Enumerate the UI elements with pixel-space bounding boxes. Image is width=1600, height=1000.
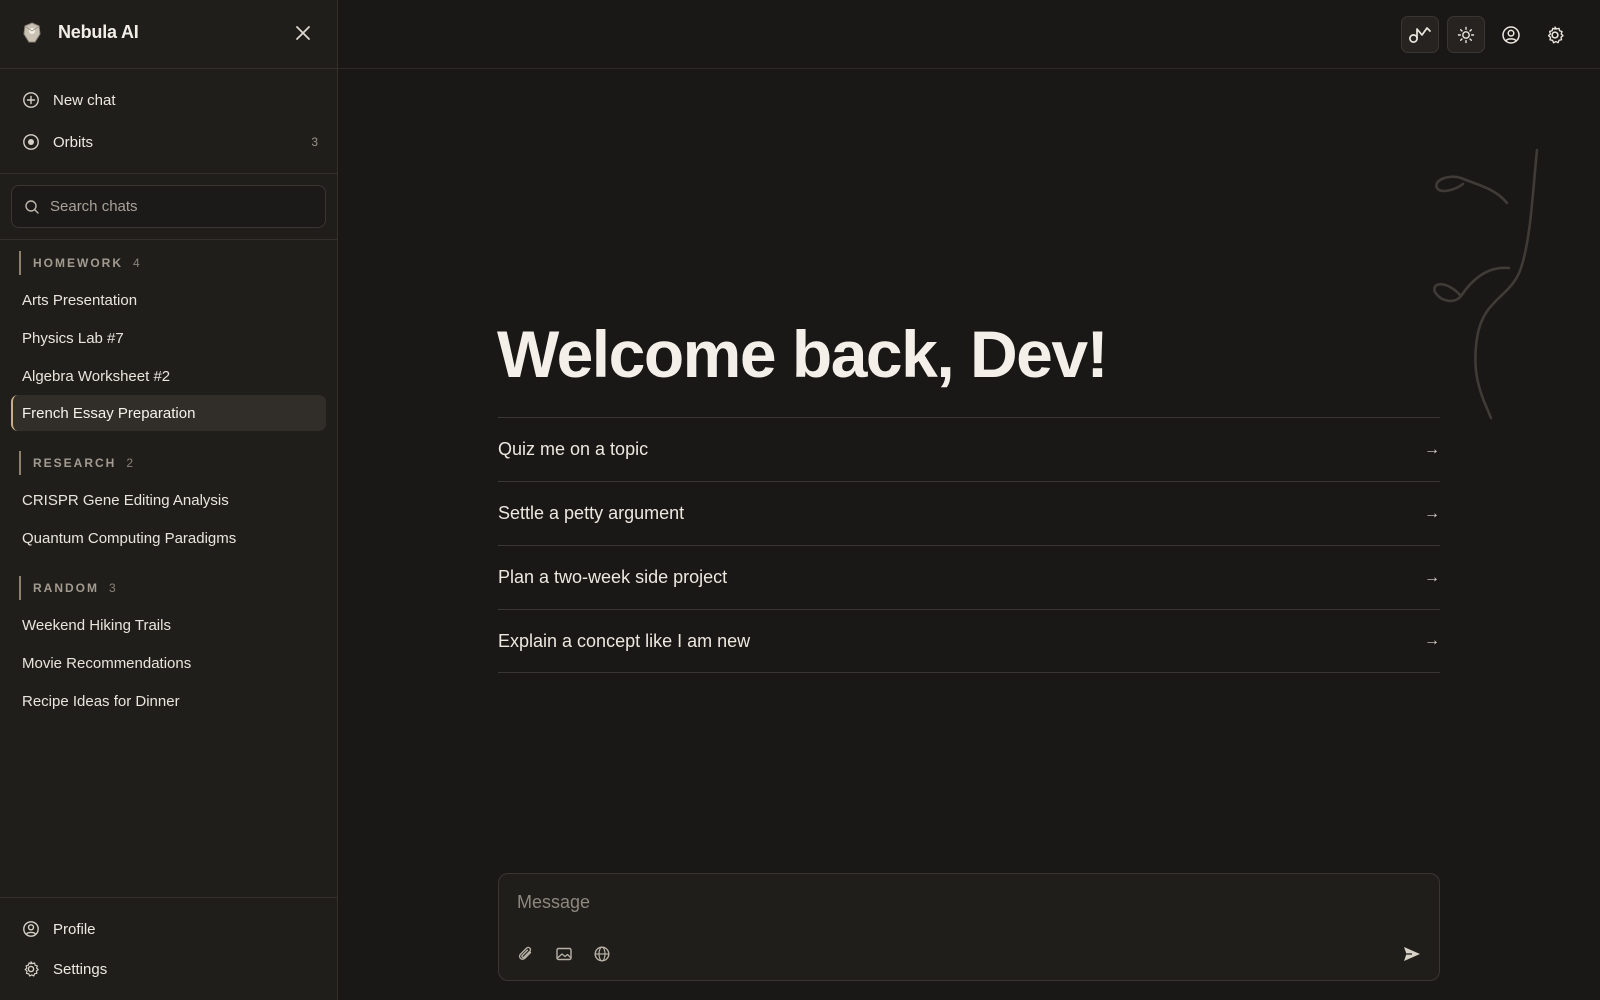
divider: [0, 173, 337, 174]
user-circle-icon: [1502, 25, 1520, 44]
message-composer: [498, 873, 1440, 981]
chat-item[interactable]: CRISPR Gene Editing Analysis: [11, 482, 326, 518]
group-header-research[interactable]: RESEARCH 2: [19, 451, 133, 475]
group-count: 3: [109, 581, 116, 595]
suggestion-label: Explain a concept like I am new: [498, 630, 751, 651]
sun-icon: [1457, 26, 1475, 43]
close-icon: [296, 26, 310, 40]
gear-icon: [22, 960, 40, 978]
app-root: Nebula AI New chat Orbits 3 Search chats…: [0, 0, 1600, 1000]
orbits-button[interactable]: Orbits 3: [22, 128, 318, 156]
gear-icon: [1547, 25, 1564, 43]
plus-circle-icon: [22, 91, 40, 109]
arrow-right-icon: →: [1424, 504, 1440, 522]
image-button[interactable]: [554, 944, 574, 964]
suggestion-label: Quiz me on a topic: [498, 439, 649, 459]
sidebar: Nebula AI New chat Orbits 3 Search chats…: [0, 0, 338, 1000]
suggestion-item[interactable]: Settle a petty argument →: [498, 481, 1440, 545]
model-switch-icon: [1409, 26, 1431, 43]
chat-item[interactable]: Recipe Ideas for Dinner: [11, 683, 326, 719]
message-input[interactable]: [517, 892, 1397, 922]
chat-item[interactable]: Quantum Computing Paradigms: [11, 520, 326, 556]
paperclip-icon: [518, 946, 532, 960]
arrow-right-icon: →: [1424, 632, 1440, 649]
arrow-right-icon: →: [1424, 440, 1440, 458]
divider: [0, 897, 337, 898]
settings-top-button[interactable]: [1536, 16, 1574, 53]
suggestion-item[interactable]: Explain a concept like I am new →: [498, 609, 1440, 673]
group-count: 4: [133, 256, 140, 270]
chat-item-active[interactable]: French Essay Preparation: [11, 395, 326, 431]
chat-item[interactable]: Algebra Worksheet #2: [11, 358, 326, 394]
orbits-count: 3: [311, 135, 318, 149]
group-header-random[interactable]: RANDOM 3: [19, 576, 116, 600]
group-name: RESEARCH: [33, 456, 117, 470]
sidebar-header: Nebula AI: [0, 0, 337, 69]
orbits-label: Orbits: [53, 133, 94, 151]
chat-item[interactable]: Arts Presentation: [11, 282, 326, 318]
settings-label: Settings: [53, 960, 108, 978]
group-count: 2: [126, 456, 134, 470]
search-icon: [24, 199, 40, 215]
chat-item[interactable]: Physics Lab #7: [11, 320, 326, 356]
user-circle-icon: [22, 920, 40, 938]
settings-button[interactable]: Settings: [22, 955, 318, 983]
divider: [0, 239, 337, 240]
suggestion-list: Quiz me on a topic → Settle a petty argu…: [498, 417, 1440, 673]
orbit-icon: [22, 133, 40, 151]
image-icon: [556, 947, 572, 961]
group-name: HOMEWORK: [33, 256, 123, 270]
search-container: [11, 185, 326, 228]
send-icon: [1404, 947, 1420, 961]
app-title: Nebula AI: [58, 22, 139, 42]
model-switch-button[interactable]: [1401, 16, 1439, 53]
suggestion-label: Plan a two-week side project: [498, 567, 728, 587]
chat-item[interactable]: Weekend Hiking Trails: [11, 607, 326, 643]
decorative-plant-illustration: [1433, 148, 1539, 420]
group-header-homework[interactable]: HOMEWORK 4: [19, 251, 140, 275]
suggestion-item[interactable]: Quiz me on a topic →: [498, 417, 1440, 481]
suggestion-label: Settle a petty argument: [498, 503, 685, 523]
theme-toggle-button[interactable]: [1447, 16, 1485, 53]
arrow-right-icon: →: [1424, 568, 1440, 586]
group-name: RANDOM: [33, 581, 99, 595]
chat-item[interactable]: Movie Recommendations: [11, 645, 326, 681]
welcome-heading: Welcome back, Dev!: [497, 317, 1109, 391]
web-search-button[interactable]: [592, 944, 612, 964]
profile-label: Profile: [53, 920, 96, 938]
new-chat-label: New chat: [53, 91, 116, 109]
attach-button[interactable]: [516, 944, 536, 964]
account-button[interactable]: [1492, 16, 1530, 53]
search-input[interactable]: [50, 198, 300, 215]
close-sidebar-button[interactable]: [292, 22, 314, 44]
send-button[interactable]: [1401, 943, 1423, 965]
new-chat-button[interactable]: New chat: [22, 86, 318, 114]
globe-icon: [594, 946, 610, 962]
logo-icon: [22, 22, 42, 44]
profile-button[interactable]: Profile: [22, 915, 318, 943]
suggestion-item[interactable]: Plan a two-week side project →: [498, 545, 1440, 609]
topbar: [338, 0, 1600, 69]
